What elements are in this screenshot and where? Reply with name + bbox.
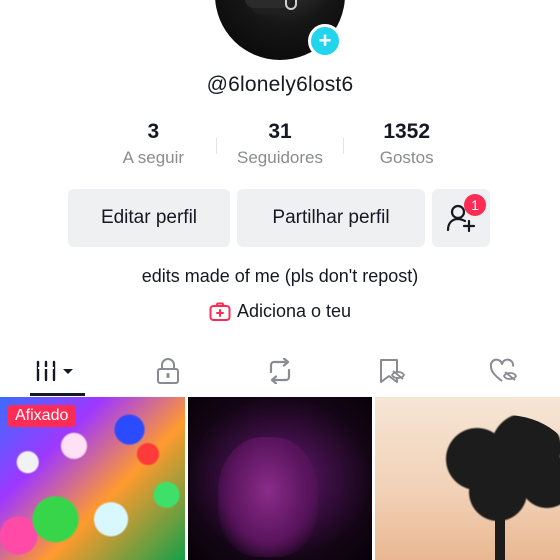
profile-bio: edits made of me (pls don't repost) (141, 266, 419, 286)
liked-hidden-icon (489, 358, 518, 382)
profile-avatar-container[interactable]: + (215, 0, 345, 60)
stat-divider (343, 138, 344, 154)
add-avatar-icon[interactable]: + (308, 24, 342, 58)
tab-private[interactable] (112, 346, 224, 396)
stat-followers[interactable]: 31 Seguidores (217, 118, 344, 176)
thumbnail-image-detail (495, 507, 505, 560)
thumbnail-image-detail (218, 437, 318, 557)
profile-stats: 3 A seguir 31 Seguidores 1352 Gostos (90, 118, 470, 176)
video-thumbnail[interactable] (375, 397, 560, 560)
add-link-button[interactable]: Adiciona o teu (0, 301, 560, 322)
edit-profile-button[interactable]: Editar perfil (68, 189, 230, 247)
share-profile-button[interactable]: Partilhar perfil (237, 189, 425, 247)
tab-favorites[interactable] (336, 346, 448, 396)
profile-tabs (0, 346, 560, 396)
video-thumbnail[interactable] (188, 397, 372, 560)
tab-liked[interactable] (448, 346, 560, 396)
pinned-badge: Afixado (8, 405, 76, 427)
add-link-label: Adiciona o teu (236, 301, 352, 321)
tab-reposts[interactable] (224, 346, 336, 396)
camera-add-icon (209, 302, 231, 321)
username: @6lonely6lost6 (206, 73, 354, 96)
stat-divider (216, 138, 217, 154)
bookmark-hidden-icon (380, 359, 406, 383)
stat-following[interactable]: 3 A seguir (90, 118, 217, 176)
stat-following-value: 3 (147, 120, 160, 143)
lock-icon (157, 358, 179, 384)
grid-icon (36, 360, 73, 382)
video-grid (0, 397, 560, 560)
stat-followers-label: Seguidores (237, 148, 324, 167)
tab-videos[interactable] (0, 346, 112, 396)
stat-likes[interactable]: 1352 Gostos (343, 118, 470, 176)
stat-followers-value: 31 (268, 120, 292, 143)
stat-likes-value: 1352 (383, 120, 431, 143)
stat-likes-label: Gostos (379, 148, 434, 167)
stat-following-label: A seguir (122, 148, 185, 167)
repost-icon (269, 358, 291, 384)
avatar-photo-detail (285, 0, 297, 10)
friend-requests-badge: 1 (464, 194, 486, 216)
active-tab-indicator (30, 393, 85, 396)
